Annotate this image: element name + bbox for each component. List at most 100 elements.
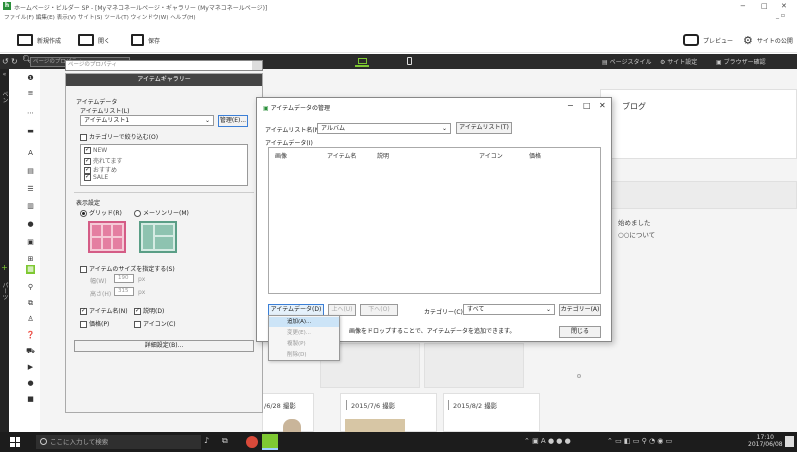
- dialog-close-icon[interactable]: ✕: [599, 101, 606, 110]
- system-tray-icons[interactable]: ⌃ ▭ ◧ ▭ ⚲ ◔ ◉ ▭: [607, 437, 672, 445]
- width-input[interactable]: 190: [114, 274, 134, 283]
- page-properties-bar[interactable]: ページのプロパティ: [65, 60, 263, 71]
- category-item[interactable]: 売れてます: [84, 156, 123, 165]
- chat-icon[interactable]: ●: [26, 379, 35, 388]
- show-desc-checkbox[interactable]: 説明(D): [134, 306, 164, 315]
- copy-icon[interactable]: ⧉: [26, 299, 35, 308]
- mic-icon[interactable]: ♪: [204, 436, 209, 445]
- manage-button[interactable]: 管理(E)...: [218, 115, 248, 127]
- grid-radio-dot: [80, 210, 87, 217]
- menu-items[interactable]: ファイル(F) 編集(E) 表示(V) サイト(S) ツール(T) ウィンドウ(…: [4, 13, 196, 21]
- menu-restore-icon[interactable]: _ ▫: [776, 12, 785, 19]
- column-header[interactable]: 画像: [275, 151, 287, 160]
- height-input[interactable]: 315: [114, 287, 134, 296]
- category-button[interactable]: カテゴリー(A): [559, 304, 601, 316]
- open-button[interactable]: 開く: [78, 34, 110, 46]
- show-name-checkbox[interactable]: アイテム名(N): [80, 306, 128, 315]
- new-label: 新規作成: [37, 37, 62, 45]
- category-item[interactable]: NEW: [84, 146, 107, 154]
- media-icon[interactable]: ■: [26, 395, 35, 404]
- lines-icon[interactable]: ☰: [26, 185, 35, 194]
- check-circle-icon[interactable]: ●: [26, 220, 35, 229]
- dash-icon[interactable]: ▬: [26, 127, 35, 136]
- clock[interactable]: 17:10 2017/06/08: [748, 434, 783, 448]
- item-data-table[interactable]: 画像 アイテム名 説明 アイコン 価格: [268, 147, 601, 294]
- column-header[interactable]: 説明: [377, 151, 389, 160]
- help-icon[interactable]: ❓: [26, 331, 35, 340]
- item-list-select[interactable]: アイテムリスト1 ⌄: [80, 115, 214, 126]
- minimize-icon[interactable]: −: [740, 2, 746, 10]
- item-list-button[interactable]: アイテムリスト(T): [456, 122, 512, 134]
- collapse-icon[interactable]: «: [1, 71, 8, 78]
- column-header[interactable]: アイテム名: [327, 151, 356, 160]
- panel-scroll-icon[interactable]: [252, 61, 262, 70]
- table-icon[interactable]: ▥: [26, 202, 35, 211]
- category-filter-checkbox[interactable]: カテゴリーで絞り込む(O): [80, 132, 158, 141]
- task-view-icon[interactable]: ⧉: [222, 436, 228, 446]
- windows-start-icon[interactable]: [10, 437, 20, 447]
- close-button[interactable]: 閉じる: [559, 326, 601, 338]
- notification-icon[interactable]: [785, 436, 794, 447]
- cortana-icon: [40, 438, 47, 445]
- category-check: [84, 146, 91, 154]
- column-header[interactable]: 価格: [529, 151, 541, 160]
- category-list[interactable]: NEW 売れてます おすすめ SALE: [80, 144, 248, 186]
- new-button[interactable]: 新規作成: [17, 34, 61, 46]
- show-icon-checkbox[interactable]: アイコン(C): [134, 319, 176, 328]
- pc-view-button[interactable]: [355, 56, 369, 67]
- grid-layout-thumbnail[interactable]: [88, 221, 126, 253]
- taskbar-search-input[interactable]: ここに入力して検索: [36, 435, 201, 449]
- gallery-grid-icon[interactable]: ⊞: [26, 255, 35, 264]
- document-icon[interactable]: ▤: [26, 167, 35, 176]
- masonry-radio[interactable]: メーソンリー(M): [134, 208, 189, 217]
- smartphone-icon[interactable]: [407, 57, 412, 65]
- parts-tab[interactable]: パーツ: [1, 275, 8, 307]
- tray-icons[interactable]: ⌃ ▣ A ● ● ●: [524, 437, 571, 445]
- save-button[interactable]: 保存: [131, 34, 160, 46]
- pin-icon[interactable]: ⚲: [26, 283, 35, 292]
- image-icon[interactable]: ▣: [26, 238, 35, 247]
- dialog-minimize-icon[interactable]: −: [567, 101, 574, 110]
- homepage-builder-task-icon[interactable]: [262, 434, 278, 450]
- list-name-select[interactable]: アルバム ⌄: [317, 123, 451, 134]
- category-item[interactable]: SALE: [84, 173, 108, 181]
- maximize-icon[interactable]: □: [761, 2, 768, 10]
- close-icon[interactable]: ✕: [781, 2, 787, 10]
- pen-tab[interactable]: ペン: [1, 83, 8, 111]
- masonry-layout-thumbnail[interactable]: [139, 221, 177, 253]
- menu-bar[interactable]: ファイル(F) 編集(E) 表示(V) サイト(S) ツール(T) ウィンドウ(…: [0, 12, 797, 22]
- site-publish-button[interactable]: ⚙ サイトの公開: [743, 34, 793, 47]
- column-header[interactable]: アイコン: [479, 151, 503, 160]
- show-price-checkbox[interactable]: 価格(P): [80, 319, 109, 328]
- menu-item-edit[interactable]: 変更(E)...: [269, 328, 339, 338]
- grid-radio[interactable]: グリッド(R): [80, 208, 122, 217]
- detail-settings-button[interactable]: 詳細設定(B)...: [74, 340, 254, 352]
- menu-item-duplicate[interactable]: 複製(P): [269, 339, 339, 349]
- chevron-down-icon: ⌄: [545, 306, 551, 313]
- menu-item-add[interactable]: 追加(A)...: [269, 317, 339, 327]
- category-select[interactable]: すべて ⌄: [463, 304, 555, 315]
- move-down-button[interactable]: 下へ(O): [360, 304, 398, 316]
- dots-icon[interactable]: ⋯: [26, 109, 35, 118]
- size-option-checkbox[interactable]: アイテムのサイズを指定する(S): [80, 264, 175, 273]
- cart-icon[interactable]: ⛟: [26, 347, 35, 356]
- browser-app-icon[interactable]: [246, 436, 258, 448]
- video-icon[interactable]: ▶: [26, 363, 35, 372]
- dialog-maximize-icon[interactable]: □: [583, 101, 591, 110]
- list-icon[interactable]: ≡: [26, 89, 35, 98]
- dialog-title: ▣ アイテムデータの管理: [263, 103, 330, 112]
- menu-item-delete[interactable]: 削除(D): [269, 350, 339, 360]
- browser-check-button[interactable]: ▣ ブラウザー確認: [716, 57, 766, 66]
- site-settings-button[interactable]: ⚙ サイト設定: [660, 57, 697, 66]
- preview-button[interactable]: プレビュー: [683, 34, 733, 46]
- redo-icon[interactable]: ↻: [11, 57, 18, 66]
- info-icon[interactable]: ❶: [26, 74, 35, 83]
- add-icon[interactable]: +: [1, 264, 8, 272]
- item-gallery-icon[interactable]: ▦: [26, 265, 35, 274]
- resize-handle[interactable]: [577, 374, 581, 378]
- person-icon[interactable]: ♙: [26, 315, 35, 324]
- text-icon[interactable]: A: [26, 149, 35, 158]
- undo-icon[interactable]: ↺: [2, 57, 9, 66]
- page-style-button[interactable]: ▤ ページスタイル: [602, 57, 651, 66]
- site-publish-label: サイトの公開: [756, 38, 793, 45]
